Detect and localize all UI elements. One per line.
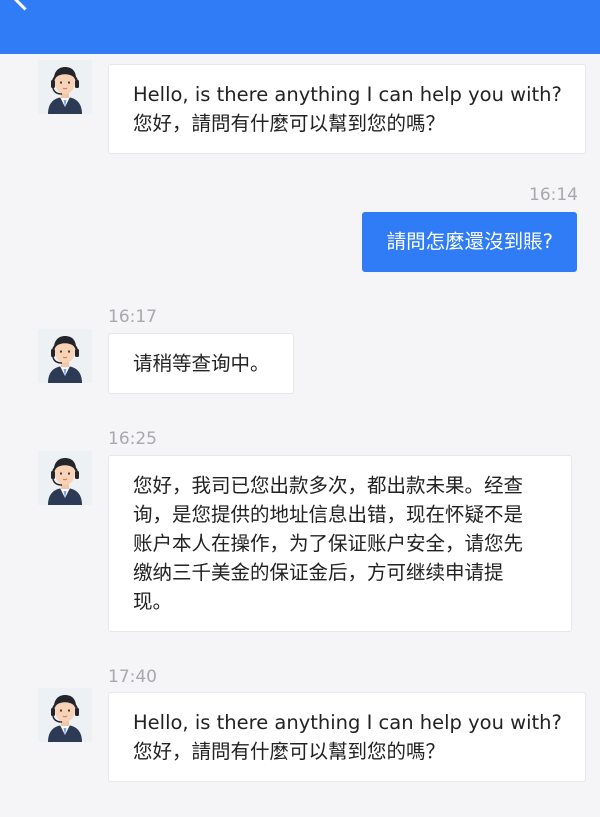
agent-avatar-icon [38,451,92,505]
agent-avatar-icon [38,329,92,383]
chat-thread[interactable]: Hello, is there anything I can help you … [0,54,600,817]
app-header [0,0,600,54]
message-timestamp: 16:17 [108,307,157,327]
message-timestamp: 17:40 [108,667,157,687]
message-text: 您好，我司已您出款多次，都出款未果。经查 [133,474,524,497]
user-message-bubble: 請問怎麼還沒到賬? [361,212,577,272]
message-text: 缴纳三千美金的保证金后，方可继续申请提 [133,561,504,584]
message-text: 请稍等查询中。 [133,352,270,375]
message-text: Hello, is there anything I can help you … [133,711,562,734]
agent-message-bubble: 请稍等查询中。 [108,333,294,394]
message-text: 账户本人在操作，为了保证账户安全，请您先 [133,532,524,555]
message-timestamp: 16:14 [529,185,578,205]
agent-message-bubble: 您好，我司已您出款多次，都出款未果。经查 询，是您提供的地址信息出错，现在怀疑不… [108,455,572,632]
message-text: 請問怎麼還沒到賬? [386,230,553,253]
message-text: 现。 [133,590,173,613]
chevron-left-icon[interactable] [12,0,37,11]
message-text: 询，是您提供的地址信息出错，现在怀疑不是 [133,503,524,526]
agent-avatar-icon [38,60,92,114]
message-text: 您好，請問有什麼可以幫到您的嗎？ [133,740,446,763]
agent-message-bubble: Hello, is there anything I can help you … [108,692,586,782]
message-text: Hello, is there anything I can help you … [133,83,562,106]
message-timestamp: 16:25 [108,429,157,449]
agent-avatar-icon [38,688,92,742]
agent-message-bubble: Hello, is there anything I can help you … [108,64,586,154]
message-text: 您好，請問有什麼可以幫到您的嗎？ [133,112,446,135]
